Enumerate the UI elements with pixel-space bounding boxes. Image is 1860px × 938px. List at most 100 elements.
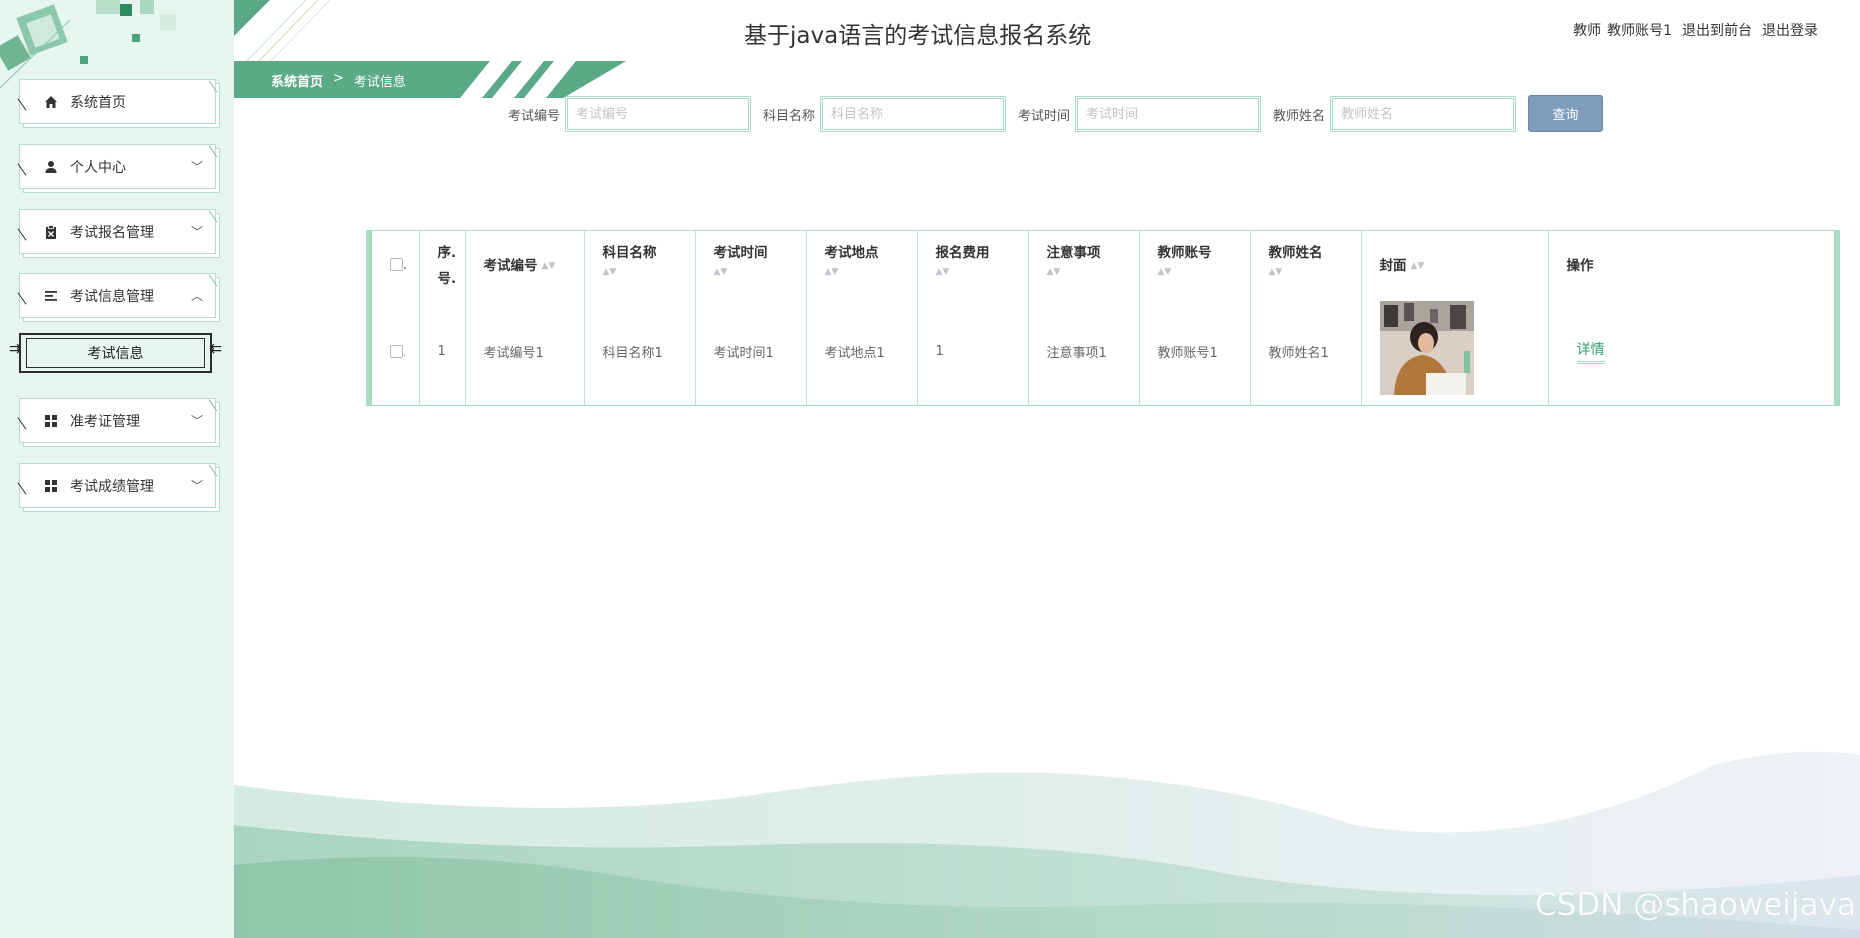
sidebar-item-label: 个人中心: [70, 159, 126, 176]
breadcrumb: 系统首页 > 考试信息: [271, 71, 406, 90]
cell-teacher-name: 教师姓名1: [1250, 297, 1362, 405]
col-index-label-bottom: 号.: [437, 271, 457, 287]
row-select-cell: .: [372, 297, 420, 405]
breadcrumb-home[interactable]: 系统首页: [271, 71, 323, 90]
cell-location: 考试地点1: [806, 297, 918, 405]
col-index-label-top: 序.: [437, 245, 457, 261]
header-decoration: [234, 0, 331, 62]
detail-button[interactable]: 详情: [1576, 339, 1605, 364]
sidebar-item-label: 考试成绩管理: [70, 478, 154, 495]
sidebar-item-label: 准考证管理: [70, 413, 140, 430]
user-bar: 教师 教师账号1 退出到前台 退出登录: [1573, 20, 1818, 40]
search-button[interactable]: 查询: [1528, 95, 1603, 132]
home-icon: [44, 95, 58, 109]
table-header-row: . 序. 号. 考试编号 ▲▼ 科目名称 ▲▼ 考试时间 ▲▼ 考试地点 ▲▼ …: [372, 231, 1834, 297]
cell-cover: [1361, 297, 1549, 405]
subject-input[interactable]: [820, 96, 1007, 132]
col-actions: 操作: [1548, 231, 1834, 297]
sidebar-item-exam-info-management[interactable]: 考试信息管理 ︿: [19, 273, 216, 318]
user-role: 教师: [1573, 23, 1602, 39]
sidebar-item-label: 考试报名管理: [70, 224, 154, 241]
table-row: . 1 考试编号1 科目名称1 考试时间1 考试地点1 1 注意事项1 教师账号…: [372, 297, 1834, 405]
cell-index: 1: [419, 297, 466, 405]
cell-exam-time: 考试时间1: [695, 297, 807, 405]
row-checkbox[interactable]: [390, 344, 403, 358]
sidebar-item-label: 考试信息管理: [70, 288, 154, 305]
subitem-frame: [26, 338, 205, 368]
clipboard-icon: [44, 224, 58, 239]
user-icon: [44, 160, 58, 174]
arrow-left-icon: ⇇: [210, 341, 222, 357]
search-label: 科目名称: [763, 108, 816, 124]
cell-teacher-account: 教师账号1: [1139, 297, 1251, 405]
col-label: 操作: [1566, 258, 1594, 274]
cell-actions: 详情: [1548, 297, 1834, 405]
col-label: 科目名称: [602, 245, 657, 261]
search-field-teacher-name: 教师姓名: [1273, 95, 1517, 133]
col-exam-time[interactable]: 考试时间 ▲▼: [695, 231, 807, 297]
col-fee[interactable]: 报名费用 ▲▼: [917, 231, 1029, 297]
chevron-up-icon: ︿: [190, 289, 203, 303]
exit-to-front-link[interactable]: 退出到前台: [1682, 20, 1752, 40]
sort-icon[interactable]: ▲▼: [603, 267, 695, 277]
sidebar: 系统首页 个人中心 ﹀ 考试报名管理 ﹀ 考试信息管理 ︿ ⇉ 考试信息 ⇇ 准…: [0, 0, 234, 938]
cell-exam-no: 考试编号1: [465, 297, 585, 405]
col-location[interactable]: 考试地点 ▲▼: [806, 231, 918, 297]
col-label: 考试编号: [483, 258, 538, 274]
search-field-subject: 科目名称: [763, 95, 1007, 133]
chevron-down-icon: ﹀: [190, 160, 203, 174]
logout-link[interactable]: 退出登录: [1762, 20, 1818, 40]
teacher-name-input[interactable]: [1330, 96, 1517, 132]
grid-icon: [44, 414, 58, 428]
list-icon: [44, 289, 58, 303]
breadcrumb-stripes: [460, 61, 576, 98]
sort-icon[interactable]: ▲▼: [1411, 261, 1425, 271]
app-title: 基于java语言的考试信息报名系统: [744, 23, 1092, 49]
search-label: 教师姓名: [1273, 108, 1326, 124]
sidebar-subitem-exam-info[interactable]: ⇉ 考试信息 ⇇: [9, 333, 222, 373]
select-all-checkbox[interactable]: [390, 257, 403, 271]
breadcrumb-separator: >: [333, 71, 344, 86]
exam-time-input[interactable]: [1075, 96, 1262, 132]
chevron-down-icon: ﹀: [190, 414, 203, 428]
cover-image[interactable]: [1379, 301, 1474, 395]
col-teacher-account[interactable]: 教师账号 ▲▼: [1139, 231, 1251, 297]
sort-icon[interactable]: ▲▼: [714, 267, 806, 277]
col-teacher-name[interactable]: 教师姓名 ▲▼: [1250, 231, 1362, 297]
sort-icon[interactable]: ▲▼: [542, 261, 556, 271]
sidebar-item-admission-ticket[interactable]: 准考证管理 ﹀: [19, 398, 216, 443]
col-exam-no[interactable]: 考试编号 ▲▼: [465, 231, 585, 297]
search-label: 考试时间: [1018, 108, 1071, 124]
sort-icon[interactable]: ▲▼: [1047, 267, 1139, 277]
sidebar-item-home[interactable]: 系统首页: [19, 79, 216, 124]
col-subject[interactable]: 科目名称 ▲▼: [584, 231, 696, 297]
sidebar-item-label: 系统首页: [70, 94, 126, 111]
search-field-exam-no: 考试编号: [508, 95, 752, 133]
sort-icon[interactable]: ▲▼: [1269, 267, 1361, 277]
search-label: 考试编号: [508, 108, 561, 124]
col-cover[interactable]: 封面 ▲▼: [1361, 231, 1549, 297]
cell-subject: 科目名称1: [584, 297, 696, 405]
col-label: 考试地点: [824, 245, 879, 261]
sort-icon[interactable]: ▲▼: [825, 267, 917, 277]
sort-icon[interactable]: ▲▼: [1158, 267, 1250, 277]
arrow-right-icon: ⇉: [9, 341, 21, 357]
col-label: 报名费用: [935, 245, 990, 261]
watermark: CSDN @shaoweijava: [1535, 887, 1856, 923]
checkbox-suffix: .: [403, 261, 407, 272]
select-all-cell: .: [372, 231, 420, 297]
col-index: 序. 号.: [419, 231, 466, 297]
sidebar-item-registration-management[interactable]: 考试报名管理 ﹀: [19, 209, 216, 254]
exam-table: . 序. 号. 考试编号 ▲▼ 科目名称 ▲▼ 考试时间 ▲▼ 考试地点 ▲▼ …: [366, 230, 1840, 406]
exam-no-input[interactable]: [565, 96, 752, 132]
col-label: 考试时间: [713, 245, 768, 261]
col-label: 教师账号: [1157, 245, 1212, 261]
chevron-down-icon: ﹀: [190, 225, 203, 239]
breadcrumb-current: 考试信息: [353, 75, 406, 90]
col-notes[interactable]: 注意事项 ▲▼: [1028, 231, 1140, 297]
sidebar-item-personal-center[interactable]: 个人中心 ﹀: [19, 144, 216, 189]
sidebar-item-exam-score[interactable]: 考试成绩管理 ﹀: [19, 463, 216, 508]
cell-fee: 1: [917, 297, 1029, 405]
cell-notes: 注意事项1: [1028, 297, 1140, 405]
sort-icon[interactable]: ▲▼: [936, 267, 1028, 277]
